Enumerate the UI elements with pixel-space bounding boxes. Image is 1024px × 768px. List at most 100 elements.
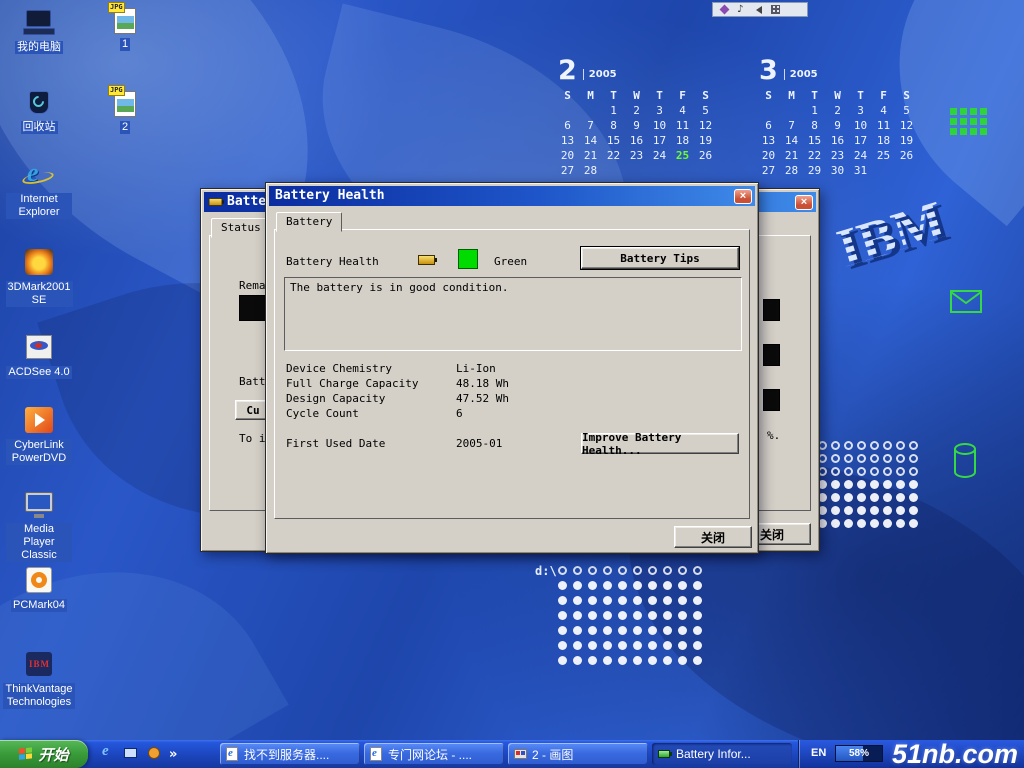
media-player-icon[interactable]	[146, 746, 162, 762]
calendar-day-header: W	[826, 90, 849, 102]
battery-tips-button[interactable]: Battery Tips	[581, 247, 739, 269]
desktop-icon-media-player-classic[interactable]: Media Player Classic	[6, 490, 72, 562]
taskbar: 开始 e » e找不到服务器....e专门网论坛 - .... 2 - 画图 Bat…	[0, 740, 1024, 768]
calendar-date: 12	[895, 120, 918, 132]
calendar-date: 6	[757, 120, 780, 132]
taskbar-task-4[interactable]: Battery Infor...	[652, 743, 792, 765]
desktop-icon-label: 回收站	[21, 121, 58, 134]
diamond-icon[interactable]	[720, 5, 730, 15]
calendar-date: 14	[780, 135, 803, 147]
desktop-icon-label: CyberLink PowerDVD	[6, 439, 72, 465]
calendar-day-header: M	[579, 90, 602, 102]
internet-explorer-icon[interactable]: e	[100, 746, 116, 762]
show-desktop-icon[interactable]	[123, 746, 139, 762]
calendar-date: 13	[757, 135, 780, 147]
calendar-date	[625, 165, 648, 177]
start-button[interactable]: 开始	[0, 740, 88, 768]
field-label: Design Capacity	[286, 392, 385, 405]
calendar-date: 4	[671, 105, 694, 117]
desktop-file-2[interactable]: JPG2	[92, 88, 158, 134]
desktop-icon-internet-explorer[interactable]: eInternet Explorer	[6, 160, 72, 219]
calendar-date: 23	[625, 150, 648, 162]
jpg-badge: JPG	[108, 85, 125, 96]
battery-window-icon	[209, 198, 223, 206]
desktop-icon-3dmark[interactable]: 3DMark2001 SE	[6, 248, 72, 307]
task-label: 专门网论坛 - ....	[388, 746, 472, 763]
desktop-icon-pcmark[interactable]: PCMark04	[6, 566, 72, 612]
calendar-date: 14	[579, 135, 602, 147]
dialog-close-button[interactable]: 关闭	[674, 526, 752, 548]
calendar-date: 15	[803, 135, 826, 147]
battery-icon	[657, 747, 672, 761]
desktop-icon-my-computer[interactable]: 我的电脑	[6, 8, 72, 54]
calendar-day-header: S	[757, 90, 780, 102]
jpg-badge: JPG	[108, 2, 125, 13]
battery-field-row: Device ChemistryLi-Ion	[286, 362, 726, 377]
desktop-icon-recycle-bin[interactable]: 回收站	[6, 88, 72, 134]
grid-icon[interactable]	[771, 5, 780, 14]
calendar-date: 30	[826, 165, 849, 177]
calendar-date: 22	[803, 150, 826, 162]
desktop-icon-label: ThinkVantage Technologies	[3, 683, 74, 709]
calendar-date: 2	[826, 105, 849, 117]
calendar-date: 26	[895, 150, 918, 162]
notes-icon[interactable]: ♪	[737, 5, 743, 15]
field-label: Cycle Count	[286, 407, 359, 420]
calendar-date: 3	[849, 105, 872, 117]
calendar-date: 21	[579, 150, 602, 162]
task-label: 2 - 画图	[532, 746, 573, 763]
calendar-date: 20	[556, 150, 579, 162]
media-player-classic-icon	[22, 490, 56, 520]
tray-battery-indicator[interactable]: 58%	[835, 745, 883, 762]
calendar-date: 31	[849, 165, 872, 177]
calendar-day-header: W	[625, 90, 648, 102]
desktop-icon-powerdvd[interactable]: CyberLink PowerDVD	[6, 406, 72, 465]
calendar-day-header: S	[694, 90, 717, 102]
tab-status[interactable]: Status	[211, 218, 271, 238]
taskbar-task-2[interactable]: e专门网论坛 - ....	[364, 743, 504, 765]
battery-health-label: Battery Health	[286, 255, 379, 268]
dialog-close-icon[interactable]: ×	[734, 189, 752, 204]
percent-label: %.	[767, 429, 780, 442]
calendar-date: 4	[872, 105, 895, 117]
desktop-icon-label: ACDSee 4.0	[6, 366, 71, 379]
language-indicator[interactable]: EN	[811, 747, 826, 759]
desktop-icon-acdsee[interactable]: ACDSee 4.0	[6, 333, 72, 379]
calendar-day-header: T	[602, 90, 625, 102]
desktop-icon-thinkvantage[interactable]: IBM ThinkVantage Technologies	[6, 650, 72, 709]
calendar-date	[556, 105, 579, 117]
calendar-date	[579, 105, 602, 117]
tab-battery[interactable]: Battery	[276, 212, 342, 232]
envelope-icon	[950, 290, 982, 319]
thinkvantage-icon: IBM	[22, 650, 56, 680]
field-label: Device Chemistry	[286, 362, 392, 375]
taskbar-task-1[interactable]: e找不到服务器....	[220, 743, 360, 765]
field-value: 6	[456, 407, 463, 420]
calendar-date: 9	[826, 120, 849, 132]
calendar-date: 21	[780, 150, 803, 162]
calendar-date: 27	[556, 165, 579, 177]
51nb-watermark: 51nb.com	[892, 740, 1018, 768]
chevron-icon[interactable]: »	[169, 747, 177, 762]
desktop-icon-label: 我的电脑	[15, 41, 63, 54]
calendar-date: 7	[780, 120, 803, 132]
calendar-date: 15	[602, 135, 625, 147]
improve-battery-health-button[interactable]: Improve Battery Health...	[581, 433, 739, 454]
calendar-year: 2005	[784, 69, 818, 80]
field-value: 48.18 Wh	[456, 377, 509, 390]
taskbar-task-3[interactable]: 2 - 画图	[508, 743, 648, 765]
calendar-date: 17	[849, 135, 872, 147]
calendar-date	[780, 105, 803, 117]
desktop-mini-toolbar[interactable]: ♪	[712, 2, 808, 17]
calendar-date	[602, 165, 625, 177]
speaker-icon[interactable]	[752, 6, 762, 14]
calendar-date: 10	[648, 120, 671, 132]
dialog-titlebar[interactable]: Battery Health ×	[269, 186, 755, 206]
calendar-date	[872, 165, 895, 177]
condition-textbox[interactable]: The battery is in good condition.	[284, 277, 742, 351]
calendar-day-header: T	[648, 90, 671, 102]
bgwin-close-icon[interactable]: ×	[795, 195, 813, 210]
calendar-date	[694, 165, 717, 177]
calendar-date: 19	[895, 135, 918, 147]
desktop-file-1[interactable]: JPG1	[92, 5, 158, 51]
